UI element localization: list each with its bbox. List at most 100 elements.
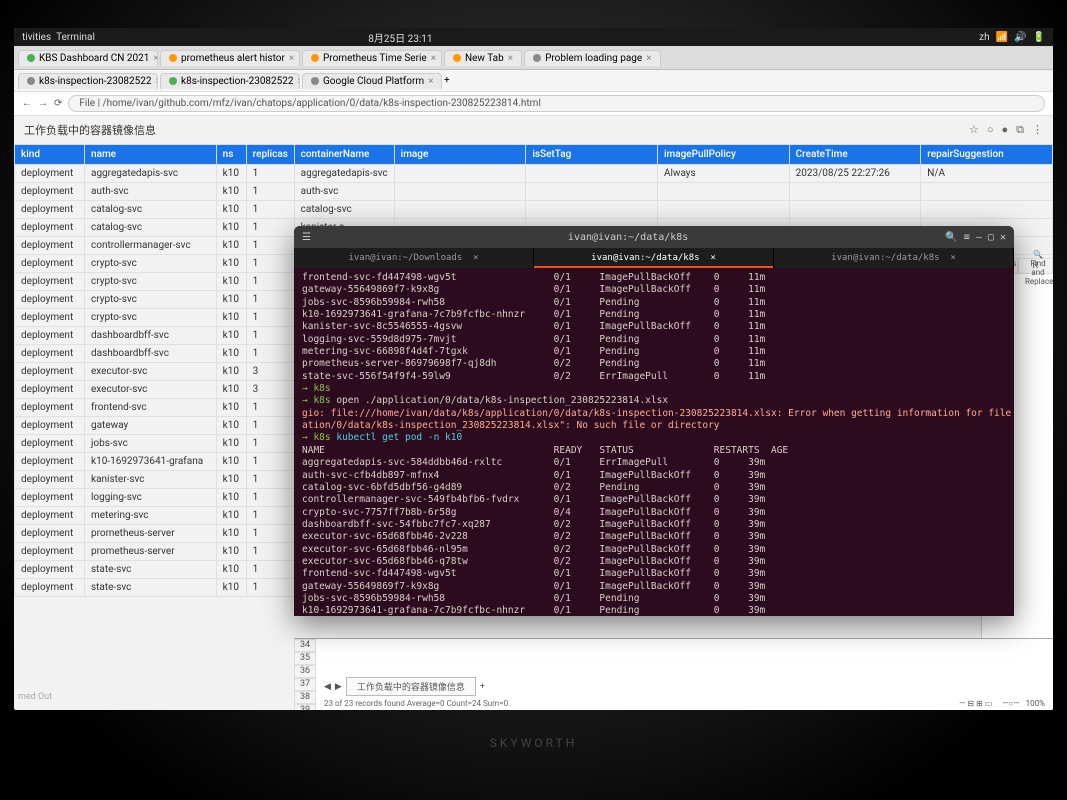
new-tab-icon[interactable]: + xyxy=(444,75,450,86)
col-header[interactable]: isSetTag xyxy=(526,145,658,165)
browser-tab[interactable]: Problem loading page× xyxy=(524,50,660,66)
sheet-tab[interactable]: 工作负载中的容器镜像信息 xyxy=(346,677,476,696)
tab-close-icon[interactable]: × xyxy=(289,53,294,64)
table-cell: 1 xyxy=(246,273,294,291)
table-row[interactable]: deploymentcatalog-svck101catalog-svc xyxy=(15,201,1053,219)
app-name[interactable]: Terminal xyxy=(56,32,95,43)
col-header[interactable]: replicas xyxy=(246,145,294,165)
minimize-icon[interactable]: — xyxy=(976,232,982,243)
table-cell: deployment xyxy=(15,165,85,183)
page-action-icon[interactable]: ☆ xyxy=(969,123,979,137)
table-cell: auth-svc xyxy=(294,183,394,201)
col-header[interactable]: CreateTime xyxy=(789,145,921,165)
tab-close-icon[interactable]: × xyxy=(156,76,158,87)
browser-tab[interactable]: KBS Dashboard CN 2021× xyxy=(18,50,158,66)
table-cell: 1 xyxy=(246,561,294,579)
terminal-tab[interactable]: ivan@ivan:~/Downloads × xyxy=(294,248,534,268)
tab-close-icon[interactable]: × xyxy=(646,53,651,64)
table-cell: k10 xyxy=(216,363,246,381)
table-cell: aggregatedapis-svc xyxy=(294,165,394,183)
table-row[interactable]: deploymentaggregatedapis-svck101aggregat… xyxy=(15,165,1053,183)
terminal-titlebar[interactable]: ☰ ivan@ivan:~/data/k8s 🔍 ≡ — ▢ ✕ xyxy=(294,226,1014,248)
find-replace-button[interactable]: 🔍Find and Replace xyxy=(1025,250,1051,286)
nav-reload-icon[interactable]: ⟳ xyxy=(54,98,62,109)
terminal-window[interactable]: ☰ ivan@ivan:~/data/k8s 🔍 ≡ — ▢ ✕ ivan@iv… xyxy=(294,226,1014,616)
favicon-icon xyxy=(27,54,35,62)
table-cell xyxy=(657,201,789,219)
sheet-add-icon[interactable]: + xyxy=(480,682,485,692)
col-header[interactable]: containerName xyxy=(294,145,394,165)
tab-close-icon[interactable]: × xyxy=(298,76,300,87)
col-header[interactable]: ns xyxy=(216,145,246,165)
table-cell: executor-svc xyxy=(85,363,217,381)
table-cell: k10 xyxy=(216,399,246,417)
nav-fwd-icon[interactable]: → xyxy=(38,98,48,109)
page-action-icon[interactable]: ○ xyxy=(987,123,994,137)
browser-tab[interactable]: k8s-inspection-23082522× xyxy=(18,73,158,89)
ime-icon[interactable]: zh xyxy=(979,32,989,43)
table-cell: k10 xyxy=(216,309,246,327)
table-cell xyxy=(921,183,1053,201)
browser-tab[interactable]: New Tab× xyxy=(444,50,522,66)
nav-back-icon[interactable]: ← xyxy=(22,98,32,109)
tab-close-icon[interactable]: × xyxy=(710,253,715,263)
row-header[interactable]: 38 xyxy=(294,691,316,704)
browser-tab[interactable]: prometheus alert histor× xyxy=(160,50,300,66)
close-icon[interactable]: ✕ xyxy=(1000,232,1006,243)
tray-icons[interactable]: zh 📶 🔊 🔋 xyxy=(979,32,1045,43)
row-header[interactable]: 39 xyxy=(294,704,316,710)
tab-close-icon[interactable]: × xyxy=(153,53,158,64)
table-cell: 3 xyxy=(246,363,294,381)
row-header[interactable]: 37 xyxy=(294,678,316,691)
col-header[interactable]: imagePullPolicy xyxy=(657,145,789,165)
maximize-icon[interactable]: ▢ xyxy=(988,232,994,243)
terminal-output[interactable]: frontend-svc-fd447498-wgv5t 0/1 ImagePul… xyxy=(294,268,1014,616)
table-cell: deployment xyxy=(15,363,85,381)
sheet-tab-prev-icon[interactable]: ◀ xyxy=(324,682,331,692)
col-header[interactable]: repairSuggestion xyxy=(921,145,1053,165)
table-cell: 1 xyxy=(246,525,294,543)
table-row[interactable]: deploymentauth-svck101auth-svc xyxy=(15,183,1053,201)
hamburger-icon[interactable]: ☰ xyxy=(302,232,311,243)
favicon-icon xyxy=(27,77,35,85)
terminal-tab[interactable]: ivan@ivan:~/data/k8s × xyxy=(774,248,1014,268)
page-action-icon[interactable]: ● xyxy=(1001,123,1008,137)
search-icon[interactable]: 🔍 xyxy=(945,232,957,243)
terminal-tab[interactable]: ivan@ivan:~/data/k8s × xyxy=(534,248,774,268)
network-icon[interactable]: 📶 xyxy=(996,32,1008,43)
page-action-icon[interactable]: ⋮ xyxy=(1032,123,1043,137)
sheet-zoom[interactable]: — ⊟ ⊞ ▭ —○— 100% xyxy=(959,699,1045,708)
table-cell: deployment xyxy=(15,345,85,363)
row-header[interactable]: 36 xyxy=(294,665,316,678)
row-header[interactable]: 35 xyxy=(294,652,316,665)
browser-tab[interactable]: Prometheus Time Serie× xyxy=(302,50,442,66)
url-bar[interactable]: File | /home/ivan/github.com/mfz/ivan/ch… xyxy=(68,95,1045,112)
page-action-icon[interactable]: ⧉ xyxy=(1016,123,1024,137)
table-cell: deployment xyxy=(15,399,85,417)
tab-close-icon[interactable]: × xyxy=(473,253,478,263)
table-cell: prometheus-server xyxy=(85,525,217,543)
sound-icon[interactable]: 🔊 xyxy=(1014,32,1026,43)
tab-close-icon[interactable]: × xyxy=(428,76,433,87)
spreadsheet-bottom: 343536373839 ◀ ▶ 工作负载中的容器镜像信息 + 23 of 23… xyxy=(294,638,1053,710)
menu-icon[interactable]: ≡ xyxy=(964,232,970,243)
tab-close-icon[interactable]: × xyxy=(431,53,436,64)
power-icon[interactable]: 🔋 xyxy=(1033,32,1045,43)
tab-close-icon[interactable]: × xyxy=(508,53,513,64)
browser-tab[interactable]: Google Cloud Platform× xyxy=(302,73,442,89)
sheet-tab-next-icon[interactable]: ▶ xyxy=(335,682,342,692)
clock[interactable]: 8月25日 23:11 xyxy=(368,30,432,45)
activities-label[interactable]: tivities xyxy=(22,32,51,43)
terminal-title: ivan@ivan:~/data/k8s xyxy=(568,232,688,243)
row-header[interactable]: 34 xyxy=(294,639,316,652)
table-cell: dashboardbff-svc xyxy=(85,327,217,345)
table-cell: k10 xyxy=(216,489,246,507)
col-header[interactable]: name xyxy=(85,145,217,165)
browser-toolbar: ← → ⟳ File | /home/ivan/github.com/mfz/i… xyxy=(14,92,1053,116)
table-cell: k10 xyxy=(216,165,246,183)
col-header[interactable]: image xyxy=(394,145,526,165)
browser-tab[interactable]: k8s-inspection-23082522× xyxy=(160,73,300,89)
table-cell: k10 xyxy=(216,417,246,435)
tab-close-icon[interactable]: × xyxy=(950,253,955,263)
col-header[interactable]: kind xyxy=(15,145,85,165)
